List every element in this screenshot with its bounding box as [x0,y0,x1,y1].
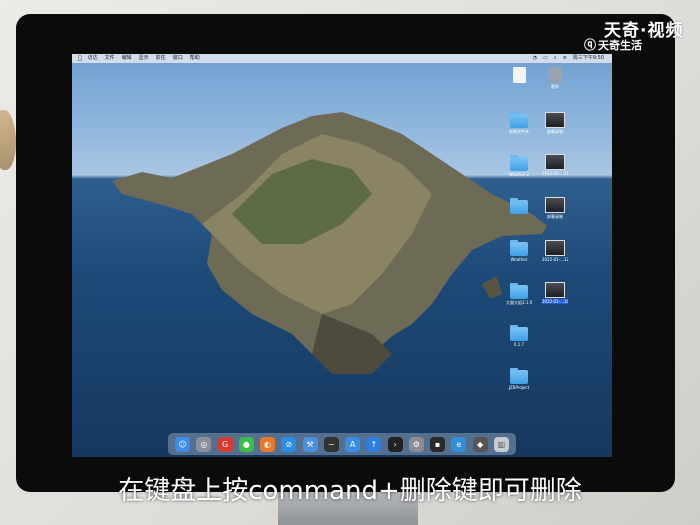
folder-icon [510,368,528,384]
desktop-folder[interactable] [506,198,532,215]
wifi-icon[interactable]: ◔ [533,54,537,63]
desktop-item-label: JZBProject [508,385,530,390]
menu-item-view[interactable]: 显示 [139,54,149,63]
xcode-icon[interactable]: ⚒ [302,436,318,452]
desktop-item-label: 2022-01-...12.mov [542,257,568,262]
q-circle-icon: ⓠ [584,38,597,52]
video-thumbnail-icon [545,240,565,256]
drop-icon[interactable]: ◆ [472,436,488,452]
desktop-folder[interactable]: Weather [506,240,532,262]
desktop-folder[interactable]: 大量大姐3.1.0 [506,283,532,305]
desktop-video[interactable]: 2022-01-...12.mov [542,240,568,262]
desktop-item-label: 大量大姐3.1.0 [506,300,532,305]
video-thumbnail-icon [545,154,565,170]
finder-icon[interactable]: ☺ [175,436,191,452]
menu-item-file[interactable]: 文件 [105,54,115,63]
terminal-icon[interactable]: › [387,436,403,452]
launchpad-icon[interactable]: ◎ [196,436,212,452]
trash-icon[interactable]: ▥ [493,436,509,452]
firefox-icon[interactable]: ◐ [260,436,276,452]
desktop-item-label: Weather [510,257,528,262]
video-caption: 在键盘上按command+删除键即可删除 [118,476,582,506]
edge-icon[interactable]: e [451,436,467,452]
menu-bar:  访达 文件 编辑 显示 前往 窗口 帮助 ◔ ▭ ⌕ ≡ 周三下午9:50 [72,54,612,63]
folder-icon [510,112,528,128]
menu-item-window[interactable]: 窗口 [173,54,183,63]
appstore-icon[interactable]: A [345,436,361,452]
watermark-sub-text: 天奇生活 [598,38,643,52]
desktop-item-label: 0.1.7 [513,342,525,347]
desktop-item-label: 2022-01-...11.mov [542,171,568,176]
desktop-item-label: 屏幕录制 [547,129,563,134]
video-thumbnail-icon [545,197,565,213]
search-icon[interactable]: ⌕ [554,54,557,63]
menu-item-edit[interactable]: 编辑 [122,54,132,63]
desktop-video[interactable]: 屏幕录制 [542,112,568,134]
desktop-item-label: 屏幕录制 [547,214,563,219]
desktop-video[interactable]: 屏幕录制 [542,197,568,219]
control-center-icon[interactable]: ≡ [563,54,567,63]
desktop-folder[interactable]: 新建文件夹 [506,112,532,134]
desktop-folder[interactable]: 0.1.7 [506,325,532,347]
dock: ☺ ◎ G ● ◐ ⊘ ⚒ ~ A ↑ › ⚙ ▪ e ◆ ▥ [168,433,516,455]
arrow-up-icon[interactable]: ↑ [366,436,382,452]
folder-icon [510,240,528,256]
desktop-item-doc[interactable] [506,67,532,84]
menu-item-go[interactable]: 前往 [156,54,166,63]
desktop-video[interactable]: 2022-01-...11.mov [542,154,568,176]
desktop-item-label: 截屏 [551,84,559,89]
video-thumbnail-icon [545,282,565,298]
desktop-item-label: 2022-01-...10.mov [542,299,568,304]
mac-desktop-screen:  访达 文件 编辑 显示 前往 窗口 帮助 ◔ ▭ ⌕ ≡ 周三下午9:50 … [72,54,612,457]
menubar-clock[interactable]: 周三下午9:50 [573,54,604,63]
wechat-icon[interactable]: ● [238,436,254,452]
folder-icon [510,325,528,341]
settings-icon[interactable]: ⚙ [408,436,424,452]
folder-icon [510,283,528,299]
stocks-icon[interactable]: ~ [323,436,339,452]
desk-leaf-decoration [0,110,16,170]
netease-icon[interactable]: G [217,436,233,452]
folder-icon [510,155,528,171]
menu-item-finder[interactable]: 访达 [88,54,98,63]
desktop-folder[interactable]: Weather 2 [506,155,532,177]
desktop-item-label: 新建文件夹 [509,129,529,134]
activity-icon[interactable]: ▪ [430,436,446,452]
safari-icon[interactable]: ⊘ [281,436,297,452]
apple-icon[interactable]:  [78,54,82,63]
battery-icon[interactable]: ▭ [543,54,548,63]
video-thumbnail-icon [545,112,565,128]
watermark-sub: ⓠ 天奇生活 [584,36,642,53]
document-icon [548,67,562,83]
folder-icon [510,198,528,214]
desktop-item-label: Weather 2 [508,172,530,177]
document-icon [512,67,526,83]
desktop-item-screenshot[interactable]: 截屏 [542,67,568,89]
menu-item-help[interactable]: 帮助 [190,54,200,63]
desktop-folder[interactable]: JZBProject [506,368,532,390]
desktop-video-selected[interactable]: 2022-01-...10.mov [542,282,568,304]
